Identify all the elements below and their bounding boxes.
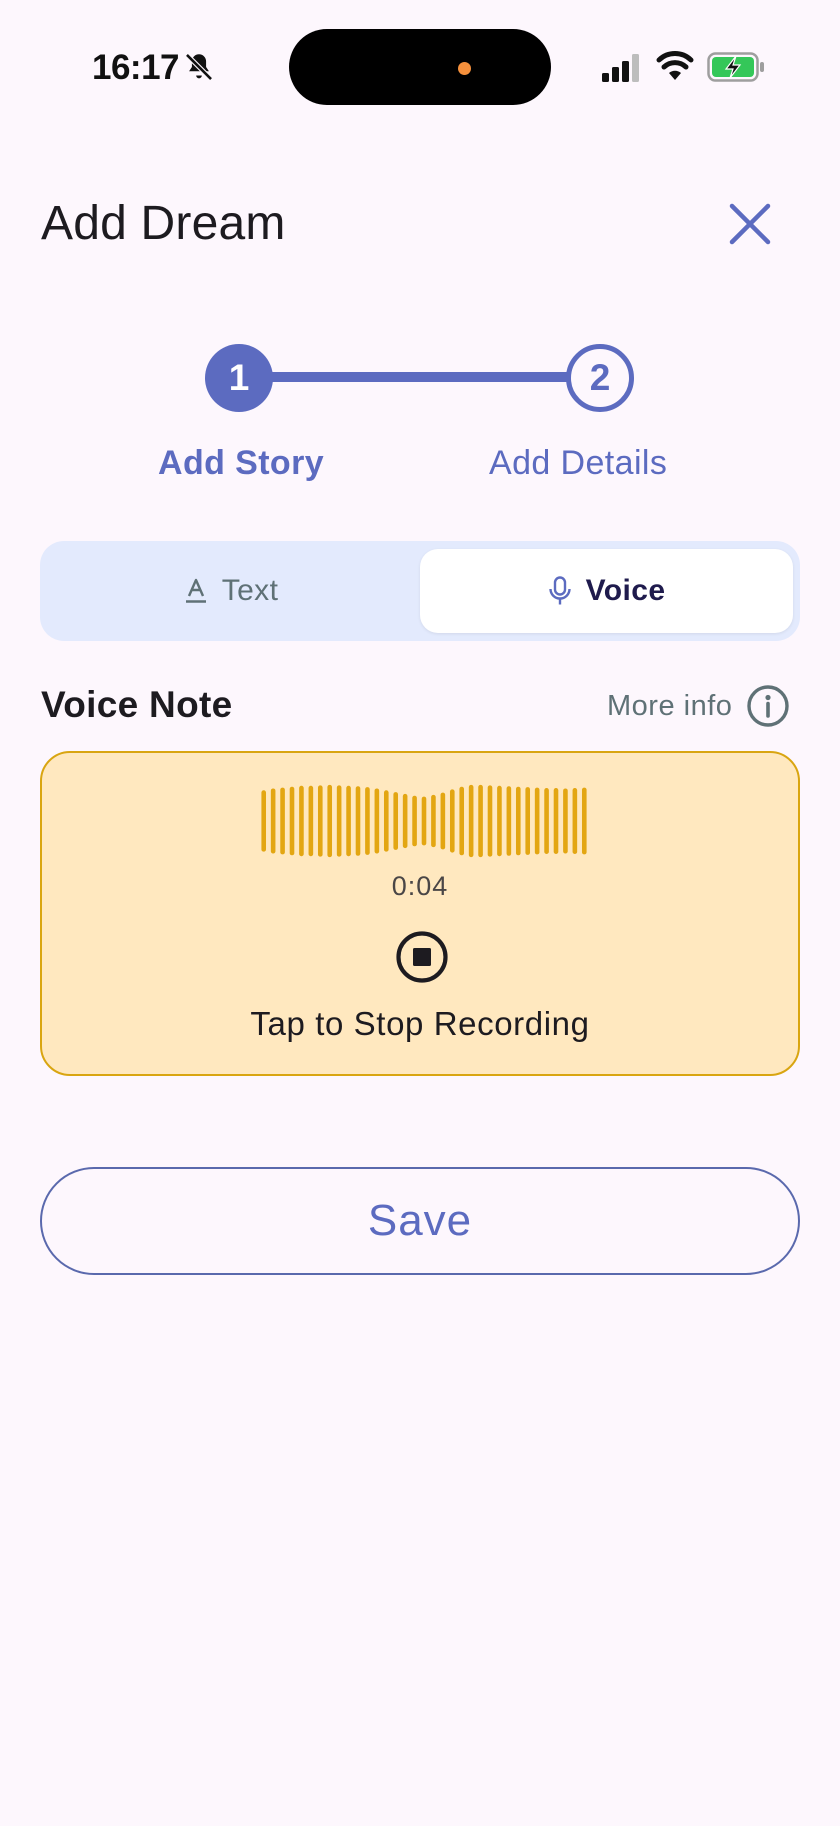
waveform-bar xyxy=(393,792,399,850)
page-title: Add Dream xyxy=(41,197,286,250)
waveform-bar xyxy=(299,785,304,857)
waveform-bar xyxy=(459,786,465,856)
status-time: 16:17 xyxy=(92,48,180,87)
waveform-bar xyxy=(506,786,512,856)
waveform-bar xyxy=(346,785,351,857)
step-1-label: Add Story xyxy=(158,444,325,482)
waveform-bar xyxy=(355,786,361,856)
stepper-connector xyxy=(240,372,600,382)
step-2-number: 2 xyxy=(589,357,611,398)
waveform-bar xyxy=(327,784,333,858)
waveform-bar xyxy=(553,788,559,854)
tab-text-label: Text xyxy=(221,574,279,607)
more-info-link[interactable]: More info xyxy=(607,684,790,728)
voice-note-title: Voice Note xyxy=(41,684,233,725)
waveform-bar xyxy=(515,786,521,856)
battery-charging-icon xyxy=(707,52,764,82)
waveform-bar xyxy=(261,790,267,852)
waveform-bar xyxy=(468,784,474,858)
more-info-label: More info xyxy=(607,689,733,722)
step-1-number: 1 xyxy=(228,357,250,398)
waveform-bar xyxy=(572,788,578,854)
status-bar: 16:17 xyxy=(0,0,840,140)
waveform-bar xyxy=(270,788,276,854)
close-icon xyxy=(729,203,771,245)
tab-voice-label: Voice xyxy=(585,574,666,607)
save-button[interactable]: Save xyxy=(40,1167,800,1275)
dynamic-island xyxy=(289,29,551,105)
step-1-indicator: 1 xyxy=(205,344,273,412)
waveform-bar xyxy=(497,785,502,857)
waveform-bar xyxy=(431,794,436,848)
waveform-bar xyxy=(563,788,568,854)
bell-off-icon xyxy=(184,52,214,82)
privacy-indicator-dot xyxy=(458,62,471,75)
waveform-bar xyxy=(317,785,323,857)
step-2-indicator: 2 xyxy=(566,344,634,412)
wifi-icon xyxy=(656,51,694,80)
waveform-bar xyxy=(280,787,285,855)
text-format-icon xyxy=(185,578,206,603)
waveform-bar xyxy=(440,792,446,850)
waveform-bar xyxy=(374,788,380,854)
waveform-bar xyxy=(534,787,540,855)
tab-voice[interactable]: Voice xyxy=(420,549,793,633)
voice-recorder-card[interactable]: 0:04 Tap to Stop Recording xyxy=(40,751,800,1076)
waveform-bar xyxy=(525,787,531,855)
stop-recording-label: Tap to Stop Recording xyxy=(250,1005,590,1042)
stop-circle-icon xyxy=(396,931,448,983)
step-2-label: Add Details xyxy=(489,444,668,482)
input-mode-toggle: Text Voice xyxy=(40,541,800,641)
waveform-bar xyxy=(336,785,342,857)
waveform-bar xyxy=(412,795,417,847)
waveform-bar xyxy=(402,793,408,849)
waveform-bar xyxy=(289,786,295,856)
signal-icon xyxy=(602,54,639,82)
waveform-bar xyxy=(365,787,370,855)
microphone-icon xyxy=(548,576,571,605)
info-icon xyxy=(747,685,790,727)
recording-waveform xyxy=(261,784,587,858)
tab-text[interactable]: Text xyxy=(48,549,414,633)
waveform-bar xyxy=(421,796,427,846)
waveform-bar xyxy=(544,788,549,854)
waveform-bar xyxy=(449,789,455,853)
waveform-bar xyxy=(308,785,314,857)
waveform-bar xyxy=(487,785,493,857)
close-button[interactable] xyxy=(722,196,778,252)
waveform-bar xyxy=(478,784,483,858)
waveform-bar xyxy=(581,787,587,855)
waveform-bar xyxy=(383,790,389,852)
recording-timer: 0:04 xyxy=(391,871,449,901)
